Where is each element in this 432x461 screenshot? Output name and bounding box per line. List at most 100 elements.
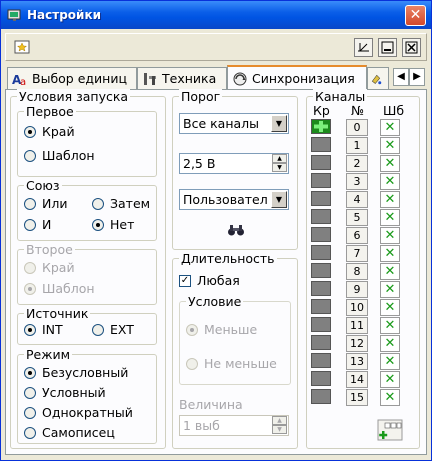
channel-template-toggle[interactable]: ✕: [380, 281, 400, 298]
channel-template-toggle[interactable]: ✕: [380, 389, 400, 406]
radio-label: Самописец: [42, 425, 115, 440]
tab-scroll-left[interactable]: ◀: [393, 68, 409, 86]
mode-unconditional-radio[interactable]: Безусловный: [24, 365, 128, 380]
channel-color-swatch[interactable]: [311, 191, 331, 206]
channel-template-toggle[interactable]: ✕: [380, 119, 400, 136]
channel-row: 10 ✕: [307, 299, 407, 317]
channel-number-button[interactable]: 10: [346, 299, 368, 316]
channel-number-button[interactable]: 13: [346, 353, 368, 370]
channel-color-swatch[interactable]: [311, 389, 331, 404]
second-title: Второе: [24, 242, 75, 257]
channel-number-button[interactable]: 3: [346, 173, 368, 190]
channel-template-toggle[interactable]: ✕: [380, 299, 400, 316]
channel-number-button[interactable]: 7: [346, 245, 368, 262]
tab-scroll: ◀ ▶: [393, 68, 425, 86]
condition-less-radio[interactable]: Меньше: [186, 322, 257, 337]
channel-color-swatch[interactable]: [311, 317, 331, 332]
channel-number-button[interactable]: 0: [346, 119, 368, 136]
mode-conditional-radio[interactable]: Условный: [24, 385, 106, 400]
units-icon: Aa: [12, 73, 26, 86]
union-not-radio[interactable]: Нет: [92, 217, 134, 232]
condition-not-less-radio[interactable]: Не меньше: [186, 356, 277, 371]
channel-color-swatch[interactable]: [311, 353, 331, 368]
channel-template-toggle[interactable]: ✕: [380, 245, 400, 262]
channel-template-toggle[interactable]: ✕: [380, 137, 400, 154]
channel-color-swatch[interactable]: [311, 173, 331, 188]
union-then-radio[interactable]: Затем: [92, 196, 150, 211]
channels-select[interactable]: Все каналы ▼: [179, 113, 289, 134]
channel-template-toggle[interactable]: ✕: [380, 335, 400, 352]
dock-button[interactable]: [354, 38, 373, 57]
channel-color-swatch[interactable]: [311, 263, 331, 278]
channel-number-button[interactable]: 6: [346, 227, 368, 244]
tab-paint[interactable]: [367, 67, 389, 89]
channel-color-swatch[interactable]: [311, 299, 331, 314]
channel-number-button[interactable]: 8: [346, 263, 368, 280]
channel-number-button[interactable]: 2: [346, 155, 368, 172]
source-ext-radio[interactable]: EXT: [92, 322, 134, 337]
tab-units[interactable]: Aa Выбор единиц: [7, 67, 137, 89]
channel-number-button[interactable]: 11: [346, 317, 368, 334]
channel-color-swatch[interactable]: [311, 227, 331, 242]
channel-color-swatch[interactable]: [311, 137, 331, 152]
channel-template-toggle[interactable]: ✕: [380, 227, 400, 244]
channel-template-toggle[interactable]: ✕: [380, 173, 400, 190]
title-bar[interactable]: Настройки ✕: [1, 1, 431, 29]
channel-color-swatch[interactable]: [311, 209, 331, 224]
channel-number-button[interactable]: 14: [346, 371, 368, 388]
channel-color-swatch[interactable]: [311, 371, 331, 386]
minimize-button[interactable]: [378, 38, 397, 57]
first-edge-radio[interactable]: Край: [24, 124, 75, 139]
channel-template-toggle[interactable]: ✕: [380, 263, 400, 280]
channel-template-toggle[interactable]: ✕: [380, 371, 400, 388]
channel-number-button[interactable]: 4: [346, 191, 368, 208]
channel-template-toggle[interactable]: ✕: [380, 353, 400, 370]
mode-single-radio[interactable]: Однократный: [24, 405, 133, 420]
window-close-button[interactable]: ✕: [405, 5, 426, 26]
channel-active-icon[interactable]: [311, 119, 331, 134]
any-duration-checkbox[interactable]: ✓ Любая: [179, 273, 240, 288]
radio-dot: [24, 261, 36, 274]
channel-row: 14 ✕: [307, 371, 407, 389]
channel-color-swatch[interactable]: [311, 245, 331, 260]
type-select[interactable]: Пользовател ▼: [179, 189, 289, 210]
binoculars-icon[interactable]: [227, 223, 245, 237]
magnitude-spinner[interactable]: 1 выб ▲ ▼: [179, 415, 289, 436]
channel-color-swatch[interactable]: [311, 281, 331, 296]
channel-color-swatch[interactable]: [311, 155, 331, 170]
mode-recorder-radio[interactable]: Самописец: [24, 425, 115, 440]
channel-template-toggle[interactable]: ✕: [380, 317, 400, 334]
chevron-down-icon[interactable]: ▼: [271, 191, 287, 208]
tab-sync[interactable]: Синхронизация: [227, 65, 367, 90]
channel-number-button[interactable]: 5: [346, 209, 368, 226]
radio-label: Однократный: [42, 405, 133, 420]
channel-template-toggle[interactable]: ✕: [380, 209, 400, 226]
first-template-radio[interactable]: Шаблон: [24, 148, 95, 163]
chevron-down-icon[interactable]: ▼: [271, 115, 287, 132]
spin-up-icon[interactable]: ▲: [272, 154, 287, 163]
channel-row: 8 ✕: [307, 263, 407, 281]
add-channel-icon[interactable]: [377, 419, 403, 441]
second-edge-radio[interactable]: Край: [24, 260, 75, 275]
star-page-icon[interactable]: [14, 39, 30, 55]
channel-template-toggle[interactable]: ✕: [380, 191, 400, 208]
spin-down-icon[interactable]: ▼: [272, 163, 287, 172]
channel-color-swatch[interactable]: [311, 335, 331, 350]
source-int-radio[interactable]: INT: [24, 322, 63, 337]
union-and-radio[interactable]: И: [24, 217, 51, 232]
channel-template-toggle[interactable]: ✕: [380, 155, 400, 172]
union-or-radio[interactable]: Или: [24, 196, 67, 211]
spin-up-icon[interactable]: ▲: [272, 416, 287, 425]
tab-tech[interactable]: Техника: [137, 67, 227, 89]
tab-scroll-right[interactable]: ▶: [409, 68, 425, 86]
channel-number-button[interactable]: 15: [346, 389, 368, 406]
tab-strip: Aa Выбор единиц Техника Синхронизация ◀ …: [5, 65, 427, 90]
channel-row: 7 ✕: [307, 245, 407, 263]
second-template-radio[interactable]: Шаблон: [24, 281, 95, 296]
channel-number-button[interactable]: 1: [346, 137, 368, 154]
level-spinner[interactable]: 2,5 В ▲ ▼: [179, 153, 289, 174]
channel-number-button[interactable]: 9: [346, 281, 368, 298]
spin-down-icon[interactable]: ▼: [272, 425, 287, 434]
toolbar-close-button[interactable]: [402, 38, 421, 57]
channel-number-button[interactable]: 12: [346, 335, 368, 352]
